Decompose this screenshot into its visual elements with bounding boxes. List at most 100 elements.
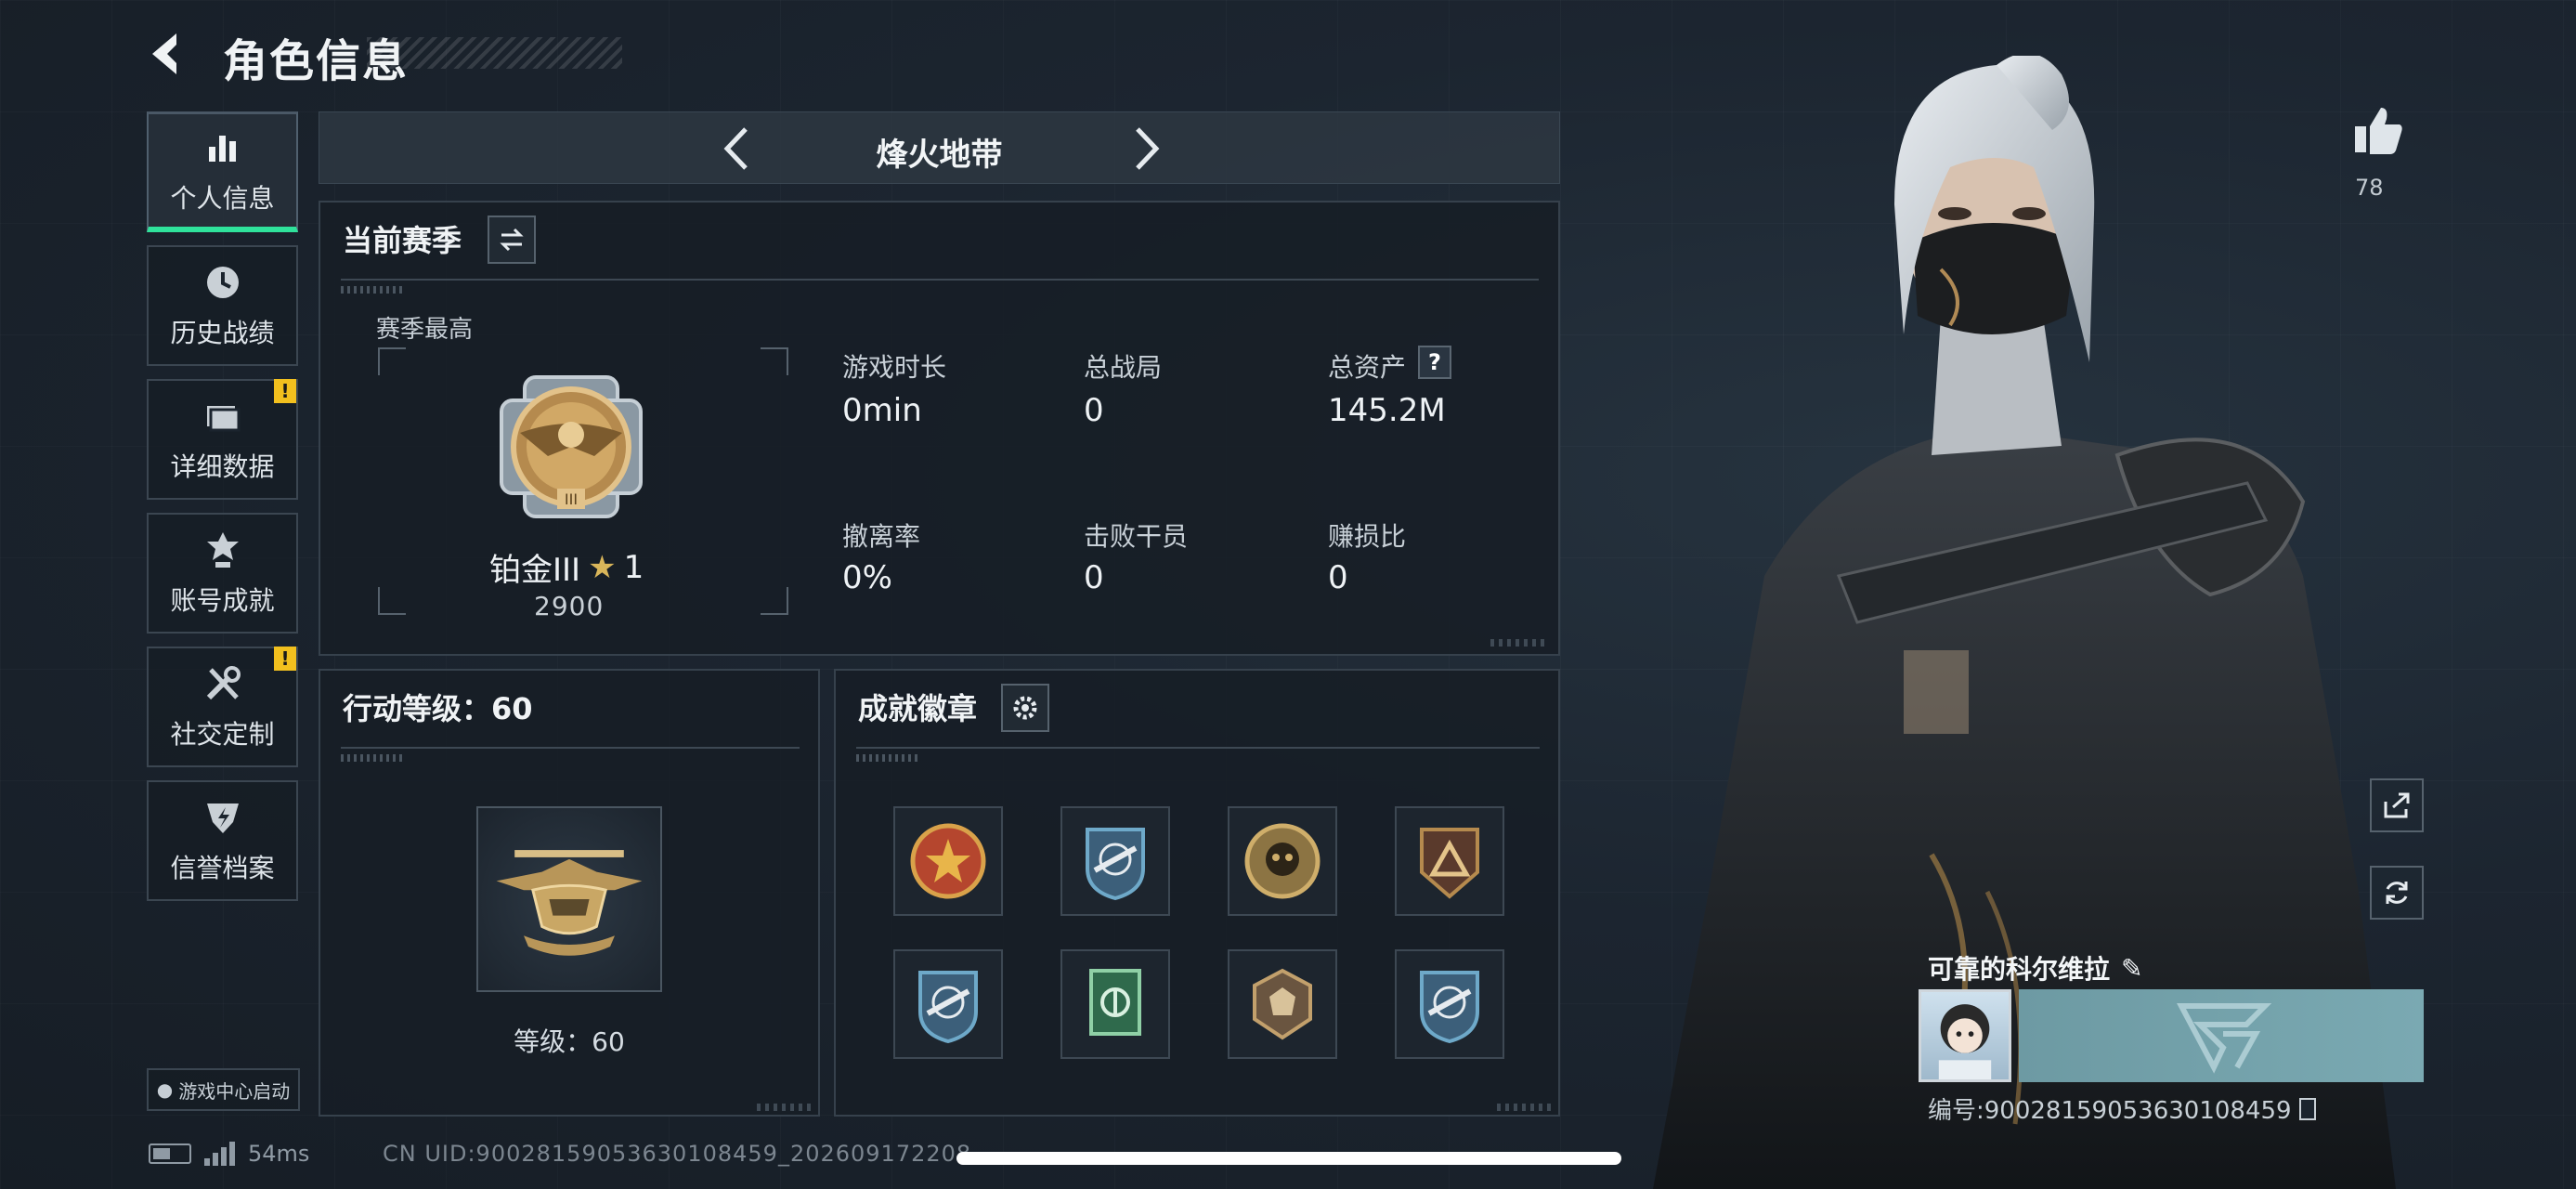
- divider: [856, 747, 1540, 749]
- divider-decoration: [341, 754, 406, 762]
- sidebar-item-achievements[interactable]: 账号成就: [147, 513, 298, 634]
- like-count: 78: [2355, 175, 2384, 201]
- gear-icon: [1013, 696, 1037, 720]
- clock-icon: [202, 261, 244, 304]
- stat-value: 0%: [842, 559, 892, 596]
- edit-name-icon[interactable]: ✎: [2121, 953, 2142, 984]
- battery-icon: [149, 1143, 191, 1164]
- sidebar-item-label: 个人信息: [170, 182, 275, 214]
- stat-value: 0: [1084, 559, 1104, 596]
- sidebar-item-history[interactable]: 历史战绩: [147, 245, 298, 366]
- badge-settings-button[interactable]: [1001, 684, 1049, 732]
- divider: [341, 747, 800, 749]
- stat-value: 145.2M: [1328, 392, 1446, 429]
- sidebar-item-label: 社交定制: [170, 719, 275, 750]
- divider-decoration: [341, 286, 406, 294]
- achievement-badge[interactable]: [893, 949, 1003, 1059]
- swap-icon: [500, 228, 524, 252]
- rifle-badge-icon: [1420, 971, 1479, 1044]
- level-text: 等级：60: [514, 1026, 625, 1057]
- like-button[interactable]: [2349, 102, 2407, 160]
- warning-badge: !: [274, 379, 296, 403]
- avatar[interactable]: [1919, 989, 2011, 1082]
- next-mode-button[interactable]: [1123, 124, 1169, 174]
- stat-value: 0: [1084, 392, 1104, 429]
- achievement-badge[interactable]: [1228, 949, 1337, 1059]
- achievement-badge[interactable]: [893, 806, 1003, 916]
- stat-label: 赚损比: [1328, 521, 1407, 552]
- uid-footer: CN UID:9002815905363010845­9_20260917220…: [383, 1141, 972, 1167]
- sidebar-item-personal-info[interactable]: 个人信息: [147, 111, 298, 232]
- bar-chart-icon: [202, 126, 244, 169]
- game-center-label: 游戏中心启动: [178, 1079, 291, 1103]
- tools-icon: [202, 662, 244, 705]
- action-level-heading: 行动等级：60: [343, 691, 533, 726]
- mode-selector: 烽火地带: [319, 111, 1560, 184]
- stat-value: 0: [1328, 559, 1348, 596]
- thumbs-up-icon: [2355, 108, 2402, 154]
- game-center-launch-button[interactable]: ● 游戏中心启动: [147, 1068, 300, 1111]
- rank-title: 铂金III: [489, 552, 581, 589]
- back-arrow-icon: [152, 33, 176, 74]
- status-bar: 54ms: [149, 1141, 309, 1167]
- platinum-rank-emblem: III: [500, 375, 643, 518]
- sidebar-item-label: 账号成就: [170, 585, 275, 616]
- copy-icon[interactable]: [2298, 1097, 2316, 1120]
- warning-badge: !: [274, 647, 296, 671]
- sidebar-item-credit-record[interactable]: 信誉档案: [147, 780, 298, 901]
- rifle-badge-icon: [918, 971, 978, 1044]
- refresh-button[interactable]: [2370, 866, 2424, 920]
- badges-panel: 成就徽章: [834, 669, 1560, 1117]
- user-icon: ●: [156, 1078, 174, 1101]
- frame-corner: [378, 587, 406, 615]
- sidebar-item-detailed-data[interactable]: ! 详细数据: [147, 379, 298, 500]
- player-id: 编号:9002815905363010845­9: [1928, 1097, 2292, 1125]
- achievement-badge[interactable]: [1228, 806, 1337, 916]
- star-badge-icon: [910, 823, 986, 899]
- back-button[interactable]: [139, 26, 204, 82]
- achievement-badge[interactable]: [1060, 806, 1170, 916]
- stat-label: 游戏时长: [842, 352, 947, 383]
- badges-heading: 成就徽章: [858, 691, 978, 726]
- panel-decoration: [1490, 639, 1546, 647]
- panel-decoration: [1497, 1104, 1553, 1111]
- ping-value: 54ms: [248, 1141, 310, 1167]
- stat-label: 总战局: [1084, 352, 1163, 383]
- stat-label: 总资产: [1328, 352, 1407, 383]
- skull-badge-icon: [1244, 823, 1321, 899]
- level-emblem-frame: [476, 806, 662, 992]
- hexagon-badge-icon: [1253, 968, 1312, 1040]
- action-level-panel: 行动等级：60 等级：60: [319, 669, 820, 1117]
- page-title: 角色信息: [223, 35, 410, 87]
- chevron-right-icon: [1136, 127, 1160, 170]
- game-logo-icon: [2177, 1003, 2272, 1074]
- sidebar-item-label: 历史战绩: [170, 318, 275, 348]
- green-shield-badge-icon: [1089, 969, 1141, 1036]
- season-heading: 当前赛季: [343, 223, 462, 258]
- share-button[interactable]: [2370, 778, 2424, 832]
- achievement-badge[interactable]: [1395, 949, 1504, 1059]
- rifle-badge-icon: [1086, 828, 1145, 901]
- triangle-badge-icon: [1420, 828, 1479, 899]
- mode-title: 烽火地带: [876, 137, 1003, 174]
- sidebar: 个人信息 历史战绩 ! 详细数据 账号成就 ! 社交定制 信誉档案: [147, 111, 300, 914]
- frame-corner: [761, 347, 788, 375]
- stat-value: 0min: [842, 392, 922, 429]
- switch-season-button[interactable]: [488, 216, 536, 264]
- home-indicator[interactable]: [956, 1152, 1621, 1165]
- help-button[interactable]: ?: [1418, 346, 1451, 379]
- achievement-badge[interactable]: [1395, 806, 1504, 916]
- sidebar-item-label: 信誉档案: [170, 853, 275, 883]
- rank-score: 2900: [534, 591, 605, 621]
- sidebar-item-social-custom[interactable]: ! 社交定制: [147, 647, 298, 767]
- name-card-background: [2019, 989, 2424, 1082]
- rank-stars: 1: [623, 548, 644, 586]
- frame-corner: [378, 347, 406, 375]
- avatar-image: [1938, 1004, 1992, 1079]
- panel-decoration: [757, 1104, 813, 1111]
- signal-icon: [204, 1142, 235, 1166]
- player-id-row: 编号:9002815905363010845­9: [1928, 1091, 2316, 1126]
- helicopter-level-emblem: [496, 850, 643, 956]
- achievement-badge[interactable]: [1060, 949, 1170, 1059]
- star-icon: ★: [588, 548, 617, 586]
